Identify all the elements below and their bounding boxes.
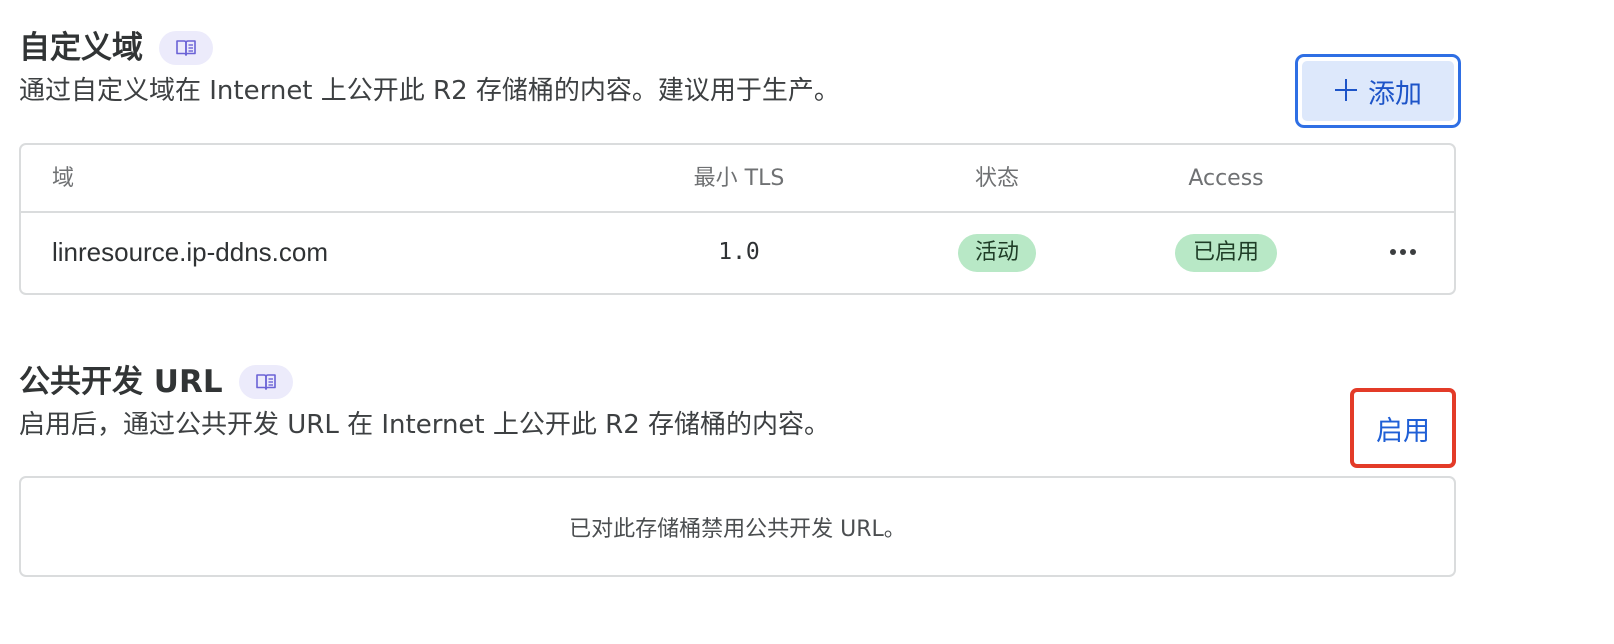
table-row: linresource.ip-ddns.com 1.0 活动 已启用 [21,213,1454,293]
enable-public-url-button[interactable]: 启用 [1350,388,1456,468]
column-header-domain[interactable]: 域 [52,165,74,193]
column-header-status[interactable]: 状态 [958,165,1036,193]
add-domain-button[interactable]: 添加 [1295,54,1461,128]
domain-cell[interactable]: linresource.ip-ddns.com [52,235,328,269]
dot [1390,249,1396,255]
custom-domains-title: 自定义域 [19,30,143,66]
custom-domains-header: 自定义域 [19,28,213,68]
add-domain-button-body: 添加 [1302,61,1454,121]
book-icon[interactable] [159,31,213,65]
plus-icon [1334,74,1358,108]
custom-domains-table: 域 最小 TLS 状态 Access linresource.ip-ddns.c… [19,143,1456,295]
min-tls-cell: 1.0 [718,239,760,265]
book-icon[interactable] [238,365,293,399]
public-dev-url-empty-state: 已对此存储桶禁用公共开发 URL。 [19,476,1456,577]
public-dev-url-description: 启用后，通过公共开发 URL 在 Internet 上公开此 R2 存储桶的内容… [19,410,831,440]
custom-domains-description: 通过自定义域在 Internet 上公开此 R2 存储桶的内容。建议用于生产。 [19,76,840,106]
dot [1410,249,1416,255]
empty-state-message: 已对此存储桶禁用公共开发 URL。 [569,516,906,542]
more-horizontal-icon[interactable] [1383,239,1423,265]
public-dev-url-title: 公共开发 URL [19,364,223,400]
column-header-access[interactable]: Access [1175,165,1277,193]
column-header-min-tls[interactable]: 最小 TLS [681,165,797,193]
dot [1400,249,1406,255]
status-badge: 活动 [958,234,1036,272]
access-badge: 已启用 [1175,234,1277,272]
table-header: 域 最小 TLS 状态 Access [21,145,1454,213]
add-domain-button-label: 添加 [1368,78,1422,110]
public-dev-url-header: 公共开发 URL [19,362,293,402]
enable-button-label: 启用 [1376,415,1430,447]
